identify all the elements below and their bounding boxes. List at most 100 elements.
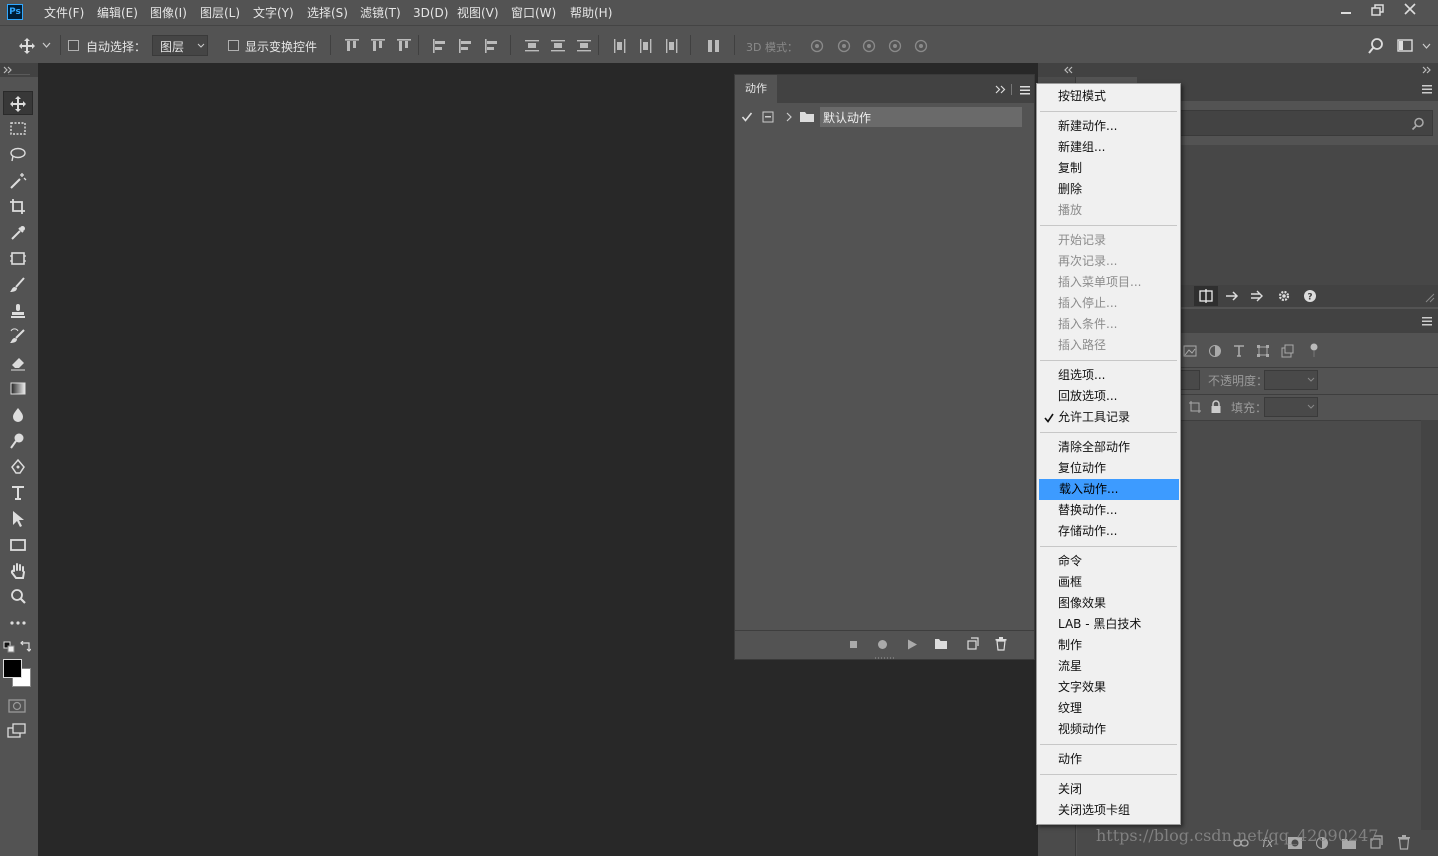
filter-type-icon[interactable] <box>1232 344 1246 358</box>
menu-item-10[interactable]: 帮助(H) <box>570 4 612 22</box>
lock-artboard-icon[interactable] <box>1188 400 1202 414</box>
move-tool-icon[interactable] <box>18 37 36 55</box>
context-menu-item[interactable]: 视频动作 <box>1038 719 1179 740</box>
close-button[interactable] <box>1394 0 1426 20</box>
layers-scrollbar[interactable] <box>1421 420 1438 830</box>
pan-3d-icon[interactable] <box>860 38 878 54</box>
brush-tool-icon[interactable] <box>3 273 33 297</box>
menu-item-4[interactable]: 文字(Y) <box>253 4 294 22</box>
align-right-icon[interactable] <box>484 38 500 54</box>
library-toggle-icon[interactable] <box>1194 286 1218 306</box>
distribute-top-icon[interactable] <box>524 38 540 54</box>
opacity-input[interactable] <box>1264 370 1318 390</box>
scale-3d-icon[interactable] <box>912 38 930 54</box>
eraser-tool-icon[interactable] <box>3 351 33 375</box>
hand-tool-icon[interactable] <box>3 559 33 583</box>
crop-tool-icon[interactable] <box>3 195 33 219</box>
slide-3d-icon[interactable] <box>886 38 904 54</box>
context-menu-item[interactable]: LAB - 黑白技术 <box>1038 614 1179 635</box>
gear-icon[interactable] <box>1276 288 1292 304</box>
menu-item-7[interactable]: 3D(D) <box>413 4 448 22</box>
collapse-panel-icon[interactable] <box>995 85 1007 94</box>
context-menu-item[interactable]: 组选项... <box>1038 365 1179 386</box>
type-tool-icon[interactable] <box>3 481 33 505</box>
zoom-tool-icon[interactable] <box>3 585 33 609</box>
panel-menu-icon[interactable] <box>1019 85 1031 95</box>
filter-toggle-icon[interactable] <box>1309 343 1319 357</box>
minimize-button[interactable] <box>1330 0 1362 20</box>
menu-item-9[interactable]: 窗口(W) <box>511 4 556 22</box>
menu-item-6[interactable]: 滤镜(T) <box>360 4 401 22</box>
context-menu-item[interactable]: 新建动作... <box>1038 116 1179 137</box>
toggle-dialog-icon[interactable] <box>762 111 774 123</box>
context-menu-item[interactable]: 删除 <box>1038 179 1179 200</box>
workspace-icon[interactable] <box>1397 38 1415 54</box>
menu-item-2[interactable]: 图像(I) <box>150 4 187 22</box>
align-left-icon[interactable] <box>432 38 448 54</box>
context-menu-item[interactable]: 纹理 <box>1038 698 1179 719</box>
gradient-tool-icon[interactable] <box>3 377 33 401</box>
auto-align-icon[interactable] <box>706 38 722 54</box>
eyedropper-tool-icon[interactable] <box>3 221 33 245</box>
frame-tool-icon[interactable] <box>3 247 33 271</box>
show-transform-checkbox[interactable] <box>228 40 239 51</box>
menu-item-3[interactable]: 图层(L) <box>200 4 240 22</box>
align-top-icon[interactable] <box>344 38 360 54</box>
context-menu-item[interactable]: 清除全部动作 <box>1038 437 1179 458</box>
dock-header[interactable] <box>1038 63 1438 77</box>
quick-mask-icon[interactable] <box>7 698 27 714</box>
context-menu-item[interactable]: 回放选项... <box>1038 386 1179 407</box>
toggle-item-check-icon[interactable] <box>741 111 753 123</box>
tool-preset-chevron-icon[interactable] <box>42 42 51 48</box>
clone-stamp-tool-icon[interactable] <box>3 299 33 323</box>
history-brush-tool-icon[interactable] <box>3 325 33 349</box>
filter-adjustment-icon[interactable] <box>1208 344 1222 358</box>
resize-grip-icon[interactable] <box>1425 293 1435 303</box>
help-icon[interactable]: ? <box>1302 288 1318 304</box>
context-menu-item[interactable]: 动作 <box>1038 749 1179 770</box>
orbit-3d-icon[interactable] <box>808 38 826 54</box>
menu-item-5[interactable]: 选择(S) <box>307 4 348 22</box>
delete-icon[interactable] <box>995 637 1007 651</box>
foreground-color-swatch[interactable] <box>3 659 22 678</box>
context-menu-item[interactable]: 关闭 <box>1038 779 1179 800</box>
auto-select-checkbox[interactable] <box>68 40 79 51</box>
double-arrow-right-icon[interactable] <box>1249 288 1265 304</box>
context-menu-item[interactable]: 关闭选项卡组 <box>1038 800 1179 821</box>
pen-tool-icon[interactable] <box>3 455 33 479</box>
delete-layer-icon[interactable] <box>1397 835 1411 850</box>
stop-icon[interactable] <box>849 640 859 650</box>
workspace-chevron-icon[interactable] <box>1422 43 1431 49</box>
rectangle-tool-icon[interactable] <box>3 533 33 557</box>
fill-input[interactable] <box>1264 397 1318 417</box>
lock-icon[interactable] <box>1210 400 1222 414</box>
dodge-tool-icon[interactable] <box>3 429 33 453</box>
record-icon[interactable] <box>877 639 888 650</box>
new-set-folder-icon[interactable] <box>934 638 948 650</box>
action-set-row[interactable]: 默认动作 <box>740 107 1022 127</box>
lasso-tool-icon[interactable] <box>3 143 33 167</box>
play-icon[interactable] <box>907 639 918 650</box>
swap-colors-icon[interactable] <box>19 641 31 653</box>
context-menu-item[interactable]: 文字效果 <box>1038 677 1179 698</box>
distribute-right-icon[interactable] <box>664 38 680 54</box>
context-menu-item[interactable]: 画框 <box>1038 572 1179 593</box>
restore-button[interactable] <box>1362 0 1394 20</box>
context-menu-item[interactable]: 载入动作... <box>1039 479 1179 500</box>
context-menu-item[interactable]: 新建组... <box>1038 137 1179 158</box>
marquee-tool-icon[interactable] <box>3 117 33 141</box>
tab-actions[interactable]: 动作 <box>735 75 777 103</box>
context-menu-item[interactable]: 复位动作 <box>1038 458 1179 479</box>
menu-item-1[interactable]: 编辑(E) <box>97 4 138 22</box>
roll-3d-icon[interactable] <box>835 38 853 54</box>
align-vcenter-icon[interactable] <box>370 38 386 54</box>
context-menu-item[interactable]: 存储动作... <box>1038 521 1179 542</box>
context-menu-item[interactable]: 命令 <box>1038 551 1179 572</box>
filter-shape-icon[interactable] <box>1256 344 1270 358</box>
context-menu-item[interactable]: 制作 <box>1038 635 1179 656</box>
panel-resize-grip[interactable] <box>875 657 895 659</box>
menu-item-8[interactable]: 视图(V) <box>457 4 499 22</box>
arrow-right-icon[interactable] <box>1224 288 1240 304</box>
more-tools-icon[interactable] <box>3 611 33 635</box>
distribute-bottom-icon[interactable] <box>576 38 592 54</box>
